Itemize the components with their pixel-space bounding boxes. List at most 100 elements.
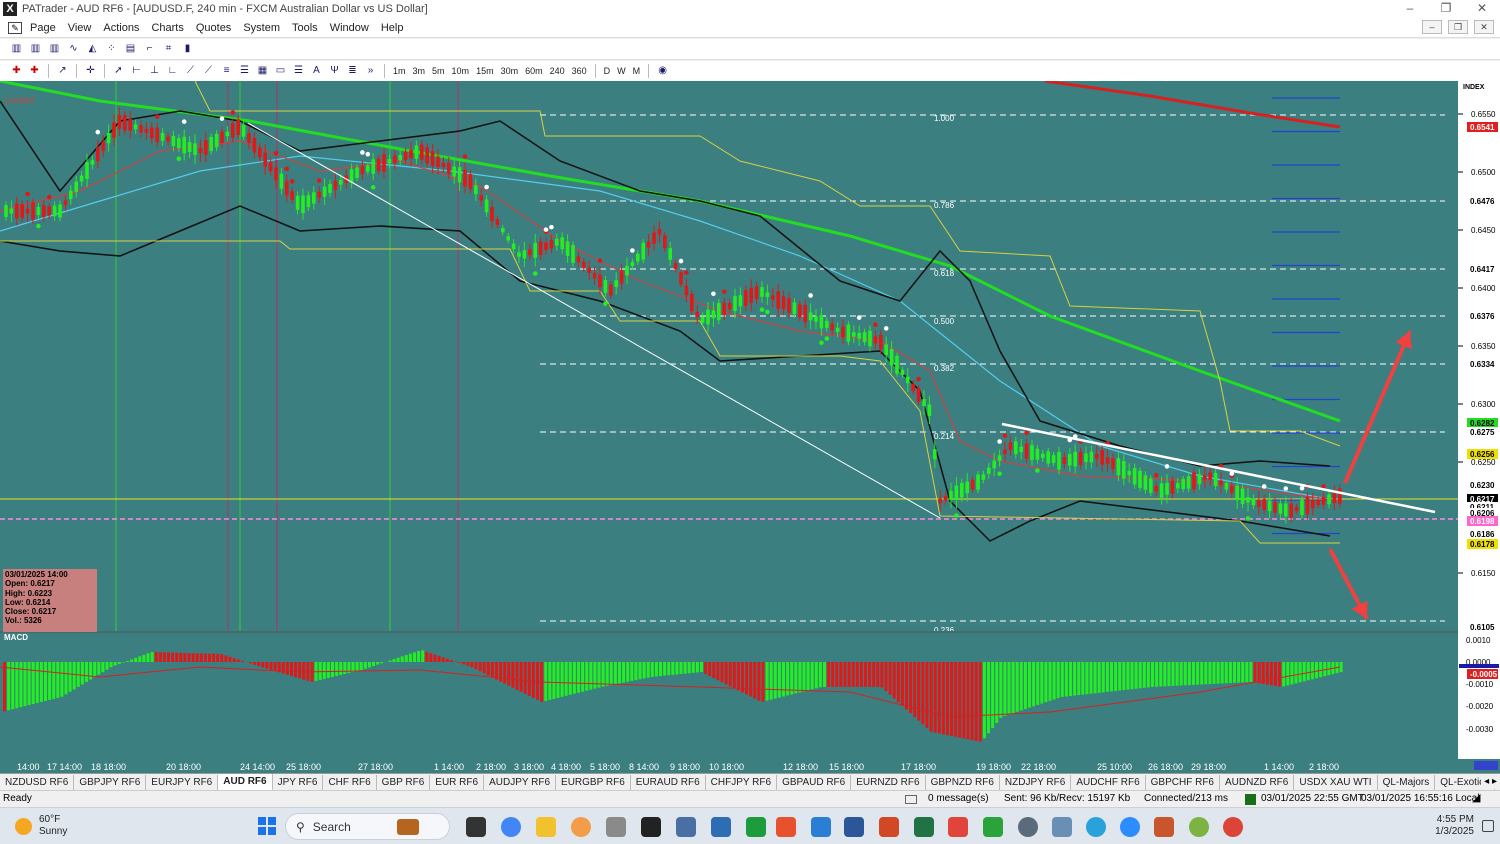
fibonacci-icon[interactable]: ≡ [218,63,235,79]
menu-window[interactable]: Window [330,22,369,34]
ray-icon[interactable]: ⟋ [200,63,217,79]
symbol-tab[interactable]: USDX XAU WTI [1294,774,1378,790]
mail-icon[interactable] [905,795,917,804]
photos-icon[interactable] [1052,817,1072,837]
timeframe-60m[interactable]: 60m [522,63,546,79]
line-chart-icon[interactable]: ∿ [65,41,82,57]
w-app-icon[interactable] [1189,817,1209,837]
telegram-icon[interactable] [1086,817,1106,837]
fib-fan-icon[interactable]: ☰ [236,63,253,79]
zoom-icon[interactable] [1120,817,1140,837]
chrome-icon[interactable] [501,817,521,837]
symbol-tab[interactable]: AUD RF6 [218,774,273,790]
point-figure-icon[interactable]: ⌗ [160,41,177,57]
s-app-icon[interactable] [776,817,796,837]
more-tools-icon[interactable]: » [362,63,379,79]
zoom-in-icon[interactable]: ✚ [8,63,25,79]
symbol-tab[interactable]: EUR RF6 [430,774,485,790]
close-button[interactable]: ✕ [1464,0,1500,18]
maximize-button[interactable]: ❐ [1428,0,1464,18]
system-clock[interactable]: 4:55 PM 1/3/2025 [1435,814,1474,838]
chart-area[interactable]: 1.000 0.786 0.618 0.500 0.382 0.214 0.236 0.65… [0,79,1500,773]
rectangle-icon[interactable]: ▭ [272,63,289,79]
symbol-tab[interactable]: AUDJPY RF6 [484,774,557,790]
trading-app-icon[interactable] [746,817,766,837]
symbol-tab[interactable]: EURGBP RF6 [556,774,631,790]
mdi-restore-button[interactable]: ❐ [1448,20,1468,34]
notification-icon[interactable] [1482,820,1494,832]
timeframe-360[interactable]: 360 [569,63,590,79]
bar-chart-icon[interactable]: ▥ [8,41,25,57]
zoom-out-icon[interactable]: ✚ [26,63,43,79]
timeframe-5m[interactable]: 5m [429,63,448,79]
word-icon[interactable] [844,817,864,837]
trend-line-icon[interactable]: ∟ [164,63,181,79]
symbol-tab[interactable]: NZDUSD RF6 [0,774,75,790]
mdi-close-button[interactable]: ✕ [1474,20,1494,34]
settings-icon[interactable] [1018,817,1038,837]
timeframe-240[interactable]: 240 [547,63,568,79]
menu-tools[interactable]: Tools [292,22,318,34]
symbol-tab[interactable]: EURJPY RF6 [146,774,219,790]
bag-app-icon[interactable] [1154,817,1174,837]
pitchfork-icon[interactable]: Ψ [326,63,343,79]
timeframe-daily[interactable]: D [601,63,614,79]
gann-icon[interactable]: ☰ [290,63,307,79]
menu-actions[interactable]: Actions [103,22,139,34]
text-label-icon[interactable]: A [308,63,325,79]
horizontal-line-icon[interactable]: ⊥ [146,63,163,79]
mdi-minimize-button[interactable]: – [1422,20,1442,34]
chart-app-icon[interactable] [606,817,626,837]
price-chart[interactable]: 1.0000.7860.6180.5000.3820.2140.236 0.65… [0,79,1500,773]
resize-grip-icon[interactable]: ◢ [1472,791,1480,804]
symbol-tab[interactable]: AUDNZD RF6 [1220,774,1295,790]
red-app-icon[interactable] [948,817,968,837]
symbol-tab[interactable]: GBPCHF RF6 [1146,774,1220,790]
symbol-tab[interactable]: GBPJPY RF6 [74,774,147,790]
task-view-icon[interactable] [466,817,486,837]
weather-widget[interactable]: 60°F Sunny [15,814,67,838]
timeframe-10m[interactable]: 10m [449,63,473,79]
chrome-alt-icon[interactable] [1223,817,1243,837]
symbol-tab[interactable]: CHF RF6 [323,774,377,790]
notes-icon[interactable] [711,817,731,837]
symbol-tab[interactable]: JPY RF6 [273,774,324,790]
menu-view[interactable]: View [68,22,92,34]
green-app-icon[interactable] [983,817,1003,837]
timeframe-monthly[interactable]: M [630,63,644,79]
menu-page[interactable]: Page [30,22,56,34]
timeframe-3m[interactable]: 3m [410,63,429,79]
excel-icon[interactable] [914,817,934,837]
clock-icon[interactable]: ◉ [654,63,671,79]
start-button[interactable] [258,817,276,835]
ohlc-chart-icon[interactable]: ▥ [27,41,44,57]
symbol-tab[interactable]: GBPAUD RF6 [777,774,852,790]
tab-scroll-arrows[interactable]: ◂ ▸ [1481,774,1497,789]
menu-system[interactable]: System [243,22,280,34]
s-blue-app-icon[interactable] [811,817,831,837]
taskbar-search[interactable]: ⚲ Search [285,813,450,840]
crosshair-icon[interactable]: ✛ [82,63,99,79]
chart-window-icon[interactable]: ✎ [8,21,22,34]
symbol-tab[interactable]: NZDJPY RF6 [1000,774,1072,790]
timeframe-15m[interactable]: 15m [473,63,497,79]
file-explorer-icon[interactable] [536,817,556,837]
menu-quotes[interactable]: Quotes [196,22,231,34]
kagi-chart-icon[interactable]: ⌐ [141,41,158,57]
volume-chart-icon[interactable]: ▮ [179,41,196,57]
timeframe-1m[interactable]: 1m [390,63,409,79]
cycle-lines-icon[interactable]: ≣ [344,63,361,79]
menu-charts[interactable]: Charts [151,22,183,34]
vertical-line-icon[interactable]: ⊢ [128,63,145,79]
powerpoint-icon[interactable] [879,817,899,837]
ic-app-icon[interactable] [641,817,661,837]
symbol-tab[interactable]: EURAUD RF6 [631,774,706,790]
timeframe-30m[interactable]: 30m [498,63,522,79]
timeframe-weekly[interactable]: W [614,63,629,79]
symbol-tab[interactable]: EURNZD RF6 [851,774,926,790]
calculator-icon[interactable] [676,817,696,837]
symbol-tab[interactable]: QL-Majors [1378,774,1436,790]
area-chart-icon[interactable]: ◭ [84,41,101,57]
dot-chart-icon[interactable]: ⁘ [103,41,120,57]
fib-time-icon[interactable]: ▦ [254,63,271,79]
